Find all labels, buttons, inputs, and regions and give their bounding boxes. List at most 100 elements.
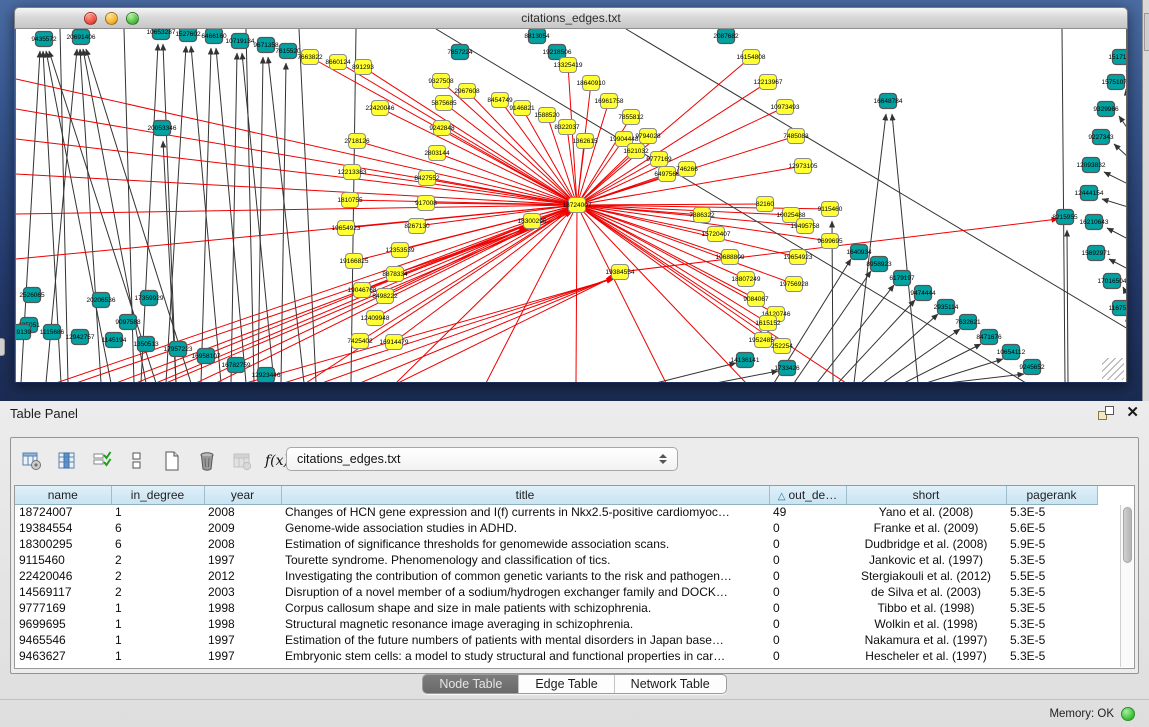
network-node-label: 17359929 [135,295,164,302]
table-row[interactable]: 1938455462009Genome-wide association stu… [15,520,1097,536]
table-scrollbar[interactable] [1120,505,1133,667]
table-cell: 9777169 [15,600,111,616]
network-edge[interactable] [299,29,316,382]
table-row[interactable]: 911546021997Tourette syndrome. Phenomeno… [15,552,1097,568]
network-edge[interactable] [716,371,778,382]
network-node-label: 8498222 [372,293,398,300]
table-row[interactable]: 969969511998Structural magnetic resonanc… [15,616,1097,632]
split-rows-icon[interactable] [124,448,150,474]
network-edge-selected[interactable] [577,107,785,205]
new-table-icon[interactable] [159,448,185,474]
network-edge[interactable] [216,48,246,382]
column-header-short[interactable]: short [846,486,1006,504]
delete-table-icon[interactable] [194,448,220,474]
row-checklist-icon[interactable] [89,448,115,474]
column-header-out_de[interactable]: △out_de… [769,486,846,504]
memory-ok-indicator[interactable] [1121,707,1135,721]
table-row[interactable]: 946554611997Estimation of the future num… [15,632,1097,648]
column-header-pagerank[interactable]: pagerank [1006,486,1097,504]
table-panel-header: Table Panel ✕ [0,401,1149,425]
table-row[interactable]: 1456911722003Disruption of a novel membe… [15,584,1097,600]
network-node-label: 8660124 [325,59,351,66]
network-edge[interactable] [1102,199,1127,207]
network-edge[interactable] [1107,228,1127,239]
table-cell: 5.3E-5 [1006,648,1097,664]
network-edge-selected[interactable] [398,275,617,382]
network-edge[interactable] [1109,259,1127,269]
network-node-label: 12973105 [789,163,818,170]
network-edge[interactable] [1123,287,1127,297]
table-cell: 9463627 [15,648,111,664]
network-edge[interactable] [231,53,237,382]
column-header-name[interactable]: name [15,486,111,504]
left-panel-collapse-handle[interactable] [0,338,5,356]
network-node-label: 8267130 [404,223,430,230]
table-scrollbar-thumb[interactable] [1123,507,1132,563]
network-node-label: 1527602 [175,31,201,38]
network-edge[interactable] [1062,29,1065,382]
table-row[interactable]: 946362711997Embryonic stem cells: a mode… [15,648,1097,664]
sort-ascending-icon: △ [778,491,786,502]
network-edge[interactable] [904,344,981,382]
network-canvas[interactable]: 9435572206914061065328715276026466160107… [15,29,1127,382]
table-cell: 22420046 [15,568,111,584]
network-edge-selected[interactable] [196,226,529,382]
network-edge-selected[interactable] [284,278,614,382]
network-edge-selected[interactable] [577,205,666,382]
close-panel-icon[interactable]: ✕ [1126,406,1139,420]
network-edge-selected[interactable] [577,205,798,257]
network-edge-selected[interactable] [246,279,613,382]
network-edge[interactable] [656,363,736,382]
column-header-in_degree[interactable]: in_degree [111,486,204,504]
network-edge[interactable] [242,53,274,382]
network-edge[interactable] [892,114,918,382]
network-node-label: 15692971 [1082,250,1111,257]
table-cell: 2 [111,568,204,584]
table-panel-body: f(x) citations_edges.txt namein_degreeye… [10,437,1139,674]
network-desktop: citations_edges.txt 94355722069140610653… [0,0,1149,401]
network-window-titlebar[interactable]: citations_edges.txt [14,7,1128,29]
window-resize-grip[interactable] [1102,358,1124,380]
tab-network-table[interactable]: Network Table [615,675,726,693]
table-cell: Genome-wide association studies in ADHD. [281,520,769,536]
table-row[interactable]: 2242004622012Investigating the contribut… [15,568,1097,584]
table-selector-dropdown[interactable]: citations_edges.txt [286,447,678,471]
table-cell: 5.3E-5 [1006,584,1097,600]
table-row[interactable]: 1872400712008Changes of HCN gene express… [15,504,1097,520]
network-edge-selected[interactable] [56,205,577,382]
network-edge-selected[interactable] [395,205,577,274]
table-row[interactable]: 977716911998Corpus callosum shape and si… [15,600,1097,616]
zoom-button[interactable] [126,12,139,25]
network-edge[interactable] [246,29,254,382]
network-node-label: 7857224 [447,49,473,56]
network-edge[interactable] [1126,89,1127,104]
network-edge-selected[interactable] [16,139,577,205]
network-edge-selected[interactable] [576,205,577,382]
table-settings-icon[interactable] [19,448,45,474]
network-node-label: 13325419 [554,62,583,69]
network-edge[interactable] [1114,144,1127,157]
column-header-year[interactable]: year [204,486,281,504]
network-edge[interactable] [626,29,1127,329]
table-row[interactable]: 1830029562008Estimation of significance … [15,536,1097,552]
table-cell: Dudbridge et al. (2008) [846,536,1006,552]
network-edge[interactable] [166,46,186,382]
float-panel-icon[interactable] [1098,406,1114,420]
network-edge-selected[interactable] [620,219,1058,272]
select-column-icon[interactable] [54,448,80,474]
network-edge[interactable] [1119,116,1127,129]
network-edge[interactable] [141,44,158,382]
network-edge-selected[interactable] [116,228,527,382]
network-edge[interactable] [1067,230,1068,382]
network-window-title: citations_edges.txt [521,11,620,25]
tab-node-table[interactable]: Node Table [423,675,519,693]
network-node-label: 19384554 [606,269,635,276]
network-edge[interactable] [1104,172,1127,184]
column-header-title[interactable]: title [281,486,769,504]
tab-edge-table[interactable]: Edge Table [519,675,614,693]
network-edge-selected[interactable] [577,204,765,205]
network-node-label: 9474444 [910,290,936,297]
minimize-button[interactable] [105,12,118,25]
close-button[interactable] [84,12,97,25]
table-cell: Estimation of the future numbers of pati… [281,632,769,648]
